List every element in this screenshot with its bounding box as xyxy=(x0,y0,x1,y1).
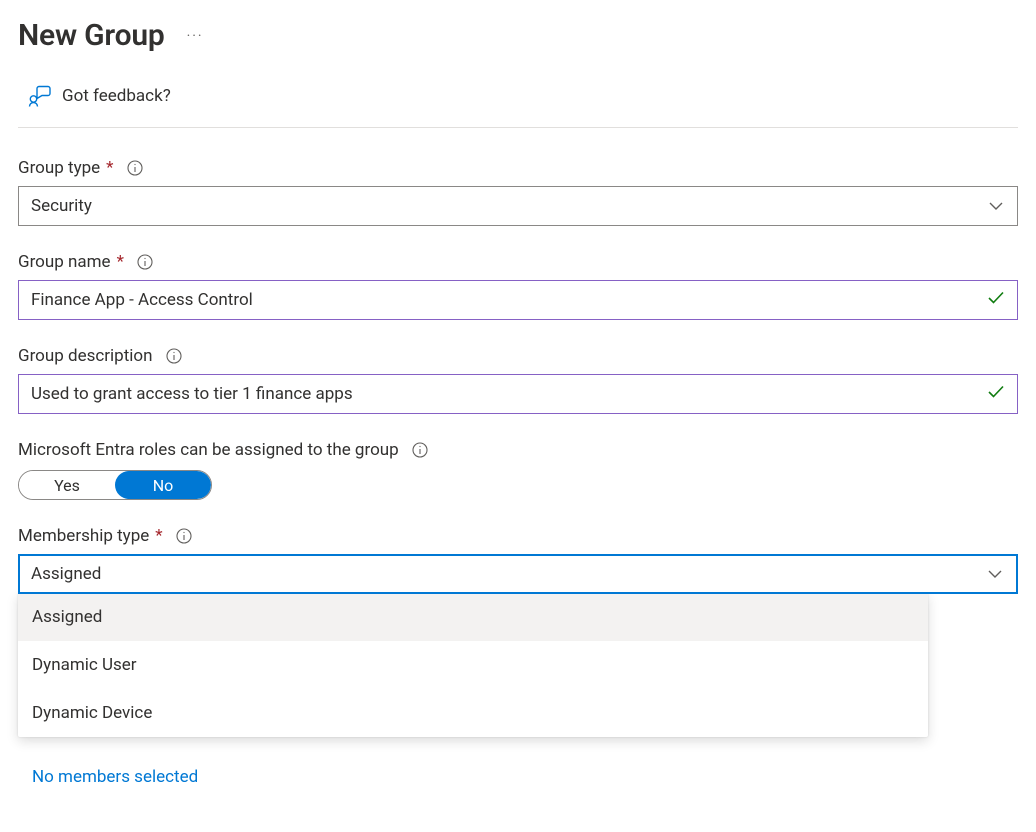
group-name-label: Group name xyxy=(18,252,111,272)
membership-type-dropdown: Assigned Dynamic User Dynamic Device xyxy=(18,593,928,737)
membership-type-option-dynamic-device[interactable]: Dynamic Device xyxy=(18,689,928,737)
group-type-value: Security xyxy=(31,196,92,216)
chevron-down-icon xyxy=(989,196,1003,216)
feedback-link[interactable]: Got feedback? xyxy=(18,53,1018,125)
chevron-down-icon xyxy=(988,564,1002,584)
membership-type-label: Membership type xyxy=(18,526,149,546)
page-title: New Group xyxy=(18,18,165,53)
roles-assignable-label: Microsoft Entra roles can be assigned to… xyxy=(18,440,399,460)
group-description-input[interactable]: Used to grant access to tier 1 finance a… xyxy=(18,374,1018,414)
info-icon[interactable] xyxy=(126,159,144,177)
membership-type-option-assigned[interactable]: Assigned xyxy=(18,593,928,641)
toggle-no[interactable]: No xyxy=(115,471,211,499)
group-description-label: Group description xyxy=(18,346,153,366)
feedback-label: Got feedback? xyxy=(62,86,171,106)
members-none-selected-link[interactable]: No members selected xyxy=(18,737,1018,787)
required-star-icon: * xyxy=(117,252,124,272)
toggle-yes[interactable]: Yes xyxy=(19,471,115,499)
checkmark-icon xyxy=(987,383,1005,406)
group-name-input[interactable]: Finance App - Access Control xyxy=(18,280,1018,320)
info-icon[interactable] xyxy=(175,527,193,545)
membership-type-value: Assigned xyxy=(31,564,101,584)
info-icon[interactable] xyxy=(136,253,154,271)
required-star-icon: * xyxy=(155,526,162,546)
checkmark-icon xyxy=(987,289,1005,312)
group-description-value: Used to grant access to tier 1 finance a… xyxy=(31,384,353,404)
feedback-icon xyxy=(28,85,52,107)
required-star-icon: * xyxy=(106,158,113,178)
group-name-value: Finance App - Access Control xyxy=(31,290,253,310)
info-icon[interactable] xyxy=(165,347,183,365)
group-type-select[interactable]: Security xyxy=(18,186,1018,226)
membership-type-option-dynamic-user[interactable]: Dynamic User xyxy=(18,641,928,689)
membership-type-select[interactable]: Assigned xyxy=(18,554,1018,594)
info-icon[interactable] xyxy=(411,441,429,459)
roles-assignable-toggle[interactable]: Yes No xyxy=(18,470,212,500)
more-actions-button[interactable]: ··· xyxy=(181,24,210,48)
group-type-label: Group type xyxy=(18,158,100,178)
